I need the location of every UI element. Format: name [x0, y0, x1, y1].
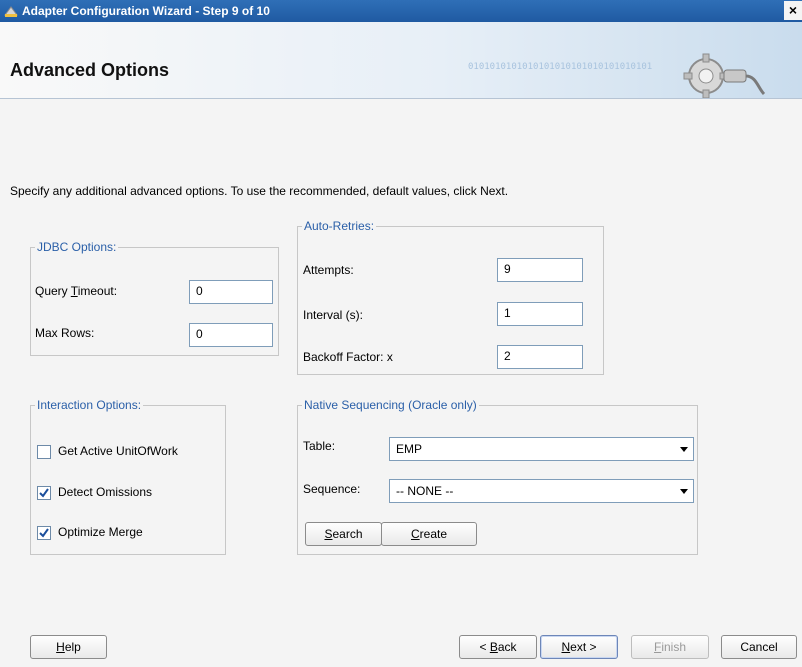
backoff-factor-label: Backoff Factor: x	[303, 350, 393, 364]
title-bar: Adapter Configuration Wizard - Step 9 of…	[0, 0, 802, 22]
query-timeout-label: Query Timeout:	[35, 284, 118, 298]
window-title: Adapter Configuration Wizard - Step 9 of…	[22, 4, 270, 18]
max-rows-input[interactable]: 0	[189, 323, 273, 347]
query-timeout-input[interactable]: 0	[189, 280, 273, 304]
attempts-input[interactable]: 9	[497, 258, 583, 282]
interval-label: Interval (s):	[303, 308, 364, 322]
sequence-select-value: -- NONE --	[396, 484, 454, 498]
get-active-unitofwork-checkbox[interactable]	[37, 445, 51, 459]
max-rows-label: Max Rows:	[35, 326, 95, 340]
finish-button[interactable]: Finish	[631, 635, 709, 659]
optimize-merge-label: Optimize Merge	[58, 525, 143, 539]
binary-decoration: 0101010101010101010101010101010101	[468, 62, 653, 72]
optimize-merge-checkbox[interactable]	[37, 526, 51, 540]
header-banner: Advanced Options 01010101010101010101010…	[0, 22, 802, 99]
detect-omissions-checkbox[interactable]	[37, 486, 51, 500]
table-label: Table:	[303, 439, 336, 453]
wizard-window: Adapter Configuration Wizard - Step 9 of…	[0, 0, 802, 667]
dropdown-arrow-icon[interactable]	[677, 483, 691, 499]
wizard-app-icon	[4, 6, 18, 17]
interval-input[interactable]: 1	[497, 302, 583, 326]
backoff-factor-input[interactable]: 2	[497, 345, 583, 369]
cancel-button[interactable]: Cancel	[721, 635, 797, 659]
instructions-text: Specify any additional advanced options.…	[10, 184, 509, 198]
search-button[interactable]: Search	[305, 522, 382, 546]
banner-divider	[0, 98, 802, 99]
sequence-select[interactable]: -- NONE --	[389, 479, 694, 503]
dropdown-arrow-icon[interactable]	[677, 441, 691, 457]
create-button[interactable]: Create	[381, 522, 477, 546]
gear-plug-icon	[683, 53, 766, 99]
auto-retries-legend: Auto-Retries:	[304, 219, 375, 233]
close-icon[interactable]: ×	[784, 1, 802, 20]
checkmark-icon	[39, 488, 49, 498]
table-select-value: EMP	[396, 442, 423, 456]
page-title: Advanced Options	[10, 60, 170, 80]
next-button[interactable]: Next >	[540, 635, 618, 659]
back-button[interactable]: < Back	[459, 635, 537, 659]
get-active-unitofwork-label: Get Active UnitOfWork	[58, 444, 178, 458]
interaction-options-legend: Interaction Options:	[37, 398, 142, 412]
attempts-label: Attempts:	[303, 263, 354, 277]
table-select[interactable]: EMP	[389, 437, 694, 461]
sequence-label: Sequence:	[303, 482, 361, 496]
jdbc-options-legend: JDBC Options:	[37, 240, 117, 254]
checkmark-icon	[39, 528, 49, 538]
native-sequencing-legend: Native Sequencing (Oracle only)	[304, 398, 477, 412]
detect-omissions-label: Detect Omissions	[58, 485, 153, 499]
help-button[interactable]: Help	[30, 635, 107, 659]
